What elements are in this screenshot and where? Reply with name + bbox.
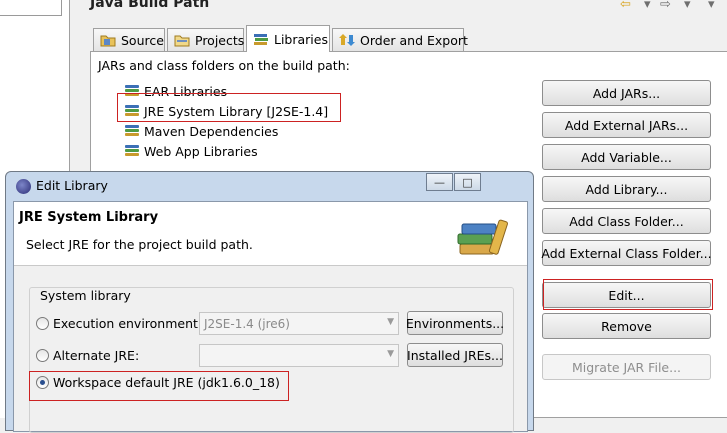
- add-variable-button[interactable]: Add Variable...: [542, 144, 711, 170]
- add-library-button[interactable]: Add Library...: [542, 176, 711, 202]
- highlight-jre-library: [117, 93, 341, 122]
- migrate-jar-button: Migrate JAR File...: [542, 354, 711, 380]
- build-path-caption: JARs and class folders on the build path…: [98, 58, 350, 73]
- tree-item-label: Maven Dependencies: [144, 123, 279, 139]
- dialog-title: Edit Library: [36, 178, 108, 193]
- highlight-edit-button: [543, 279, 713, 310]
- tab-projects-label: Projects: [195, 32, 245, 48]
- page-title: Java Build Path: [90, 0, 210, 11]
- dialog-header: JRE System Library Select JRE for the pr…: [14, 202, 527, 266]
- view-menu-icon[interactable]: ▾: [684, 0, 691, 12]
- forward-menu-icon[interactable]: ▾: [708, 0, 715, 12]
- libraries-icon: [253, 31, 269, 47]
- tab-source-label: Source: [121, 32, 164, 48]
- execution-environment-combo: J2SE-1.4 (jre6) ▼: [199, 312, 399, 335]
- tree-item-label: Web App Libraries: [144, 143, 258, 159]
- add-jars-button[interactable]: Add JARs...: [542, 80, 711, 106]
- order-export-icon: [339, 32, 355, 48]
- library-icon: [124, 124, 140, 138]
- maximize-icon: □: [462, 175, 473, 189]
- back-menu-icon[interactable]: ▾: [644, 0, 651, 12]
- tab-order-export-label: Order and Export: [360, 32, 468, 48]
- add-class-folder-button[interactable]: Add Class Folder...: [542, 208, 711, 234]
- minimize-button[interactable]: —: [426, 173, 453, 191]
- radio-circle[interactable]: [36, 317, 49, 330]
- forward-arrow-icon[interactable]: ⇨: [660, 0, 671, 12]
- execution-environment-radio[interactable]: Execution environment:: [36, 316, 202, 331]
- tab-order-export[interactable]: Order and Export: [332, 28, 468, 51]
- installed-jres-button[interactable]: Installed JREs...: [407, 343, 503, 367]
- maximize-button[interactable]: □: [454, 173, 481, 191]
- chevron-down-icon: ▼: [387, 317, 394, 327]
- library-icon: [124, 144, 140, 158]
- execution-environment-label: Execution environment:: [53, 316, 203, 331]
- alternate-jre-combo: ▼: [199, 344, 399, 367]
- eclipse-icon: [16, 179, 31, 194]
- tree-item-web-app-libraries[interactable]: Web App Libraries: [124, 142, 328, 160]
- system-library-group-label: System library: [38, 288, 133, 303]
- tree-item-maven-dependencies[interactable]: Maven Dependencies: [124, 122, 328, 140]
- add-external-jars-button[interactable]: Add External JARs...: [542, 112, 711, 138]
- dialog-titlebar[interactable]: Edit Library — □: [6, 172, 533, 200]
- radio-circle[interactable]: [36, 349, 49, 362]
- properties-tree-selected-item[interactable]: [0, 0, 62, 16]
- dialog-header-title: JRE System Library: [19, 210, 159, 225]
- projects-icon: [174, 32, 190, 48]
- alternate-jre-radio[interactable]: Alternate JRE:: [36, 348, 139, 363]
- tab-libraries[interactable]: Libraries: [246, 25, 330, 52]
- tab-source[interactable]: Source: [93, 28, 165, 51]
- minimize-icon: —: [434, 175, 445, 189]
- execution-environment-value: J2SE-1.4 (jre6): [204, 316, 290, 331]
- alternate-jre-label: Alternate JRE:: [53, 348, 140, 363]
- dialog-header-message: Select JRE for the project build path.: [26, 237, 253, 252]
- back-arrow-icon[interactable]: ⇦: [620, 0, 631, 12]
- tab-libraries-label: Libraries: [274, 31, 328, 47]
- tab-projects[interactable]: Projects: [167, 28, 244, 51]
- source-folder-icon: [100, 32, 116, 48]
- dialog-body: JRE System Library Select JRE for the pr…: [13, 201, 528, 433]
- chevron-down-icon: ▼: [387, 349, 394, 359]
- remove-button[interactable]: Remove: [542, 313, 711, 339]
- library-banner-icon: [454, 214, 512, 263]
- add-external-class-folder-button[interactable]: Add External Class Folder...: [541, 240, 712, 266]
- edit-library-dialog[interactable]: Edit Library — □ JRE System Library Sele…: [5, 171, 534, 433]
- environments-button[interactable]: Environments...: [406, 311, 504, 335]
- highlight-workspace-default: [29, 371, 289, 401]
